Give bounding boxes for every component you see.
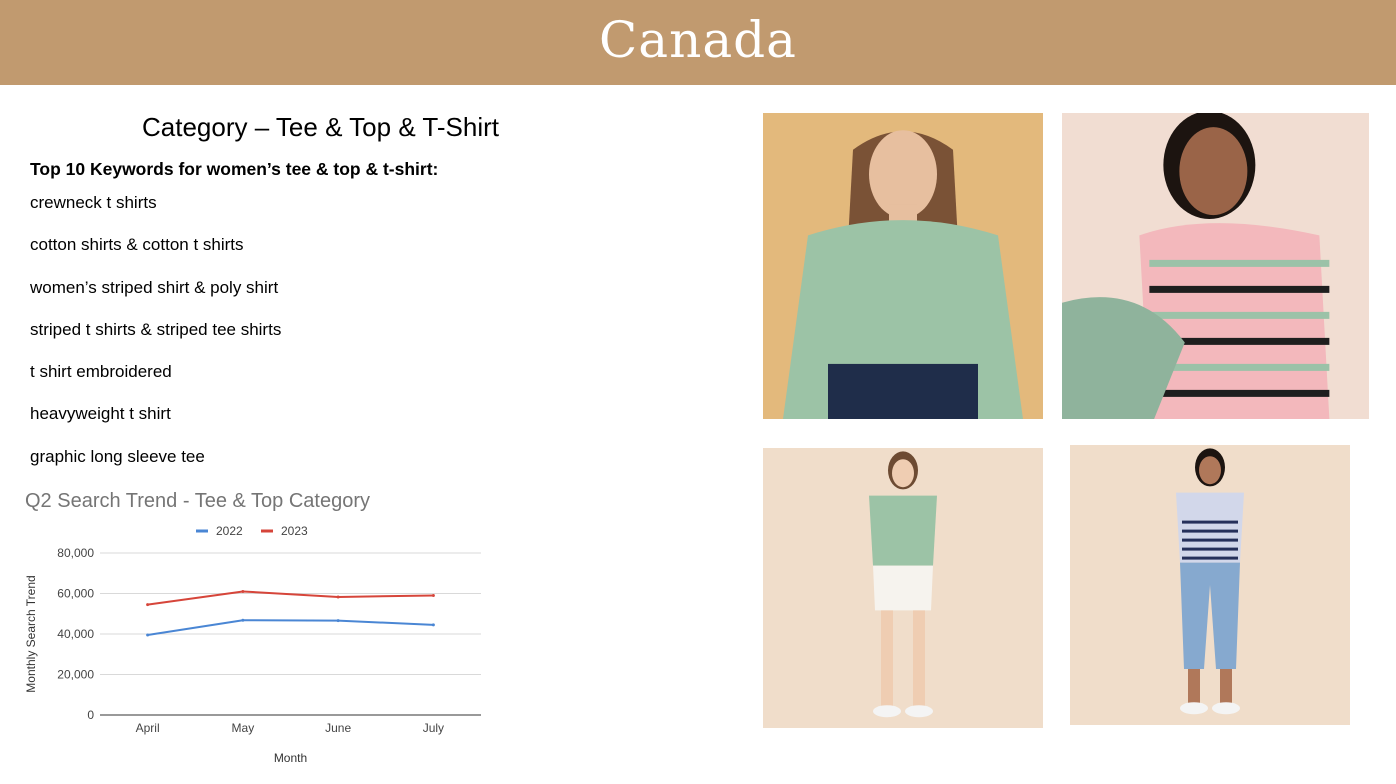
x-tick-label: April	[136, 721, 160, 735]
keyword-item: striped t shirts & striped tee shirts	[30, 319, 282, 339]
photo-model-striped-tee	[1062, 113, 1369, 419]
stripe	[1182, 547, 1238, 551]
keyword-list: crewneck t shirts cotton shirts & cotton…	[30, 192, 281, 488]
photo-model-striped-tee-capris	[1070, 445, 1350, 725]
keyword-item: heavyweight t shirt	[30, 404, 171, 424]
stripe	[1149, 285, 1330, 293]
stripe	[1182, 529, 1238, 533]
y-tick-label: 80,000	[57, 546, 94, 560]
face	[1199, 456, 1221, 485]
shoe	[873, 705, 901, 718]
stripe	[1182, 556, 1238, 560]
stripe	[1182, 538, 1238, 542]
stripe	[1149, 389, 1330, 397]
y-tick-label: 20,000	[57, 668, 94, 682]
top-garment	[1176, 492, 1244, 563]
face	[892, 459, 914, 488]
search-trend-chart: 0 20,000 40,000 60,000 80,000 April May June Jul…	[24, 524, 481, 765]
data-point	[431, 594, 435, 598]
y-tick-label: 40,000	[57, 627, 94, 641]
x-tick-label: June	[325, 721, 351, 735]
data-point	[146, 633, 150, 637]
data-point	[431, 623, 435, 627]
stripe	[1149, 363, 1330, 371]
shoe	[1212, 702, 1240, 715]
leg	[913, 610, 925, 709]
legend-label: 2023	[281, 524, 308, 538]
photo-model-floral-sweater	[763, 113, 1043, 419]
shoe	[905, 705, 933, 718]
shoe	[1180, 702, 1208, 715]
top-garment	[869, 495, 937, 566]
data-point	[336, 595, 340, 599]
y-tick-label: 0	[87, 708, 94, 722]
data-point	[336, 619, 340, 623]
legend-label: 2022	[216, 524, 243, 538]
keywords-subheading: Top 10 Keywords for women’s tee & top & …	[30, 159, 439, 179]
data-point	[241, 618, 245, 622]
category-heading: Category – Tee & Top & T-Shirt	[142, 112, 499, 142]
leg	[1188, 669, 1200, 706]
x-tick-label: July	[423, 721, 444, 735]
bottom-garment	[828, 363, 978, 419]
x-tick-label: May	[232, 721, 255, 735]
keyword-item: crewneck t shirts	[30, 193, 157, 212]
y-tick-label: 60,000	[57, 587, 94, 601]
banner-title: Canada	[599, 10, 797, 69]
y-axis-label: Monthly Search Trend	[24, 575, 38, 692]
keyword-item: cotton shirts & cotton t shirts	[30, 235, 244, 255]
leg	[881, 610, 893, 709]
bottom-garment	[873, 565, 933, 611]
top-garment	[1139, 223, 1330, 419]
keyword-item: graphic long sleeve tee	[30, 446, 205, 466]
face	[1179, 127, 1248, 216]
data-point	[146, 603, 150, 607]
stripe	[1149, 259, 1330, 267]
keyword-item: women’s striped shirt & poly shirt	[30, 277, 279, 297]
x-axis-label: Month	[274, 751, 307, 765]
leg	[1220, 669, 1232, 706]
data-point	[241, 589, 245, 593]
title-banner: Canada	[0, 0, 1396, 85]
keyword-item: t shirt embroidered	[30, 362, 172, 382]
stripe	[1149, 311, 1330, 319]
stripe	[1182, 520, 1238, 524]
photo-model-green-tee-shorts	[763, 448, 1043, 728]
series-line-2022	[147, 619, 434, 637]
chart-title: Q2 Search Trend - Tee & Top Category	[25, 490, 371, 512]
